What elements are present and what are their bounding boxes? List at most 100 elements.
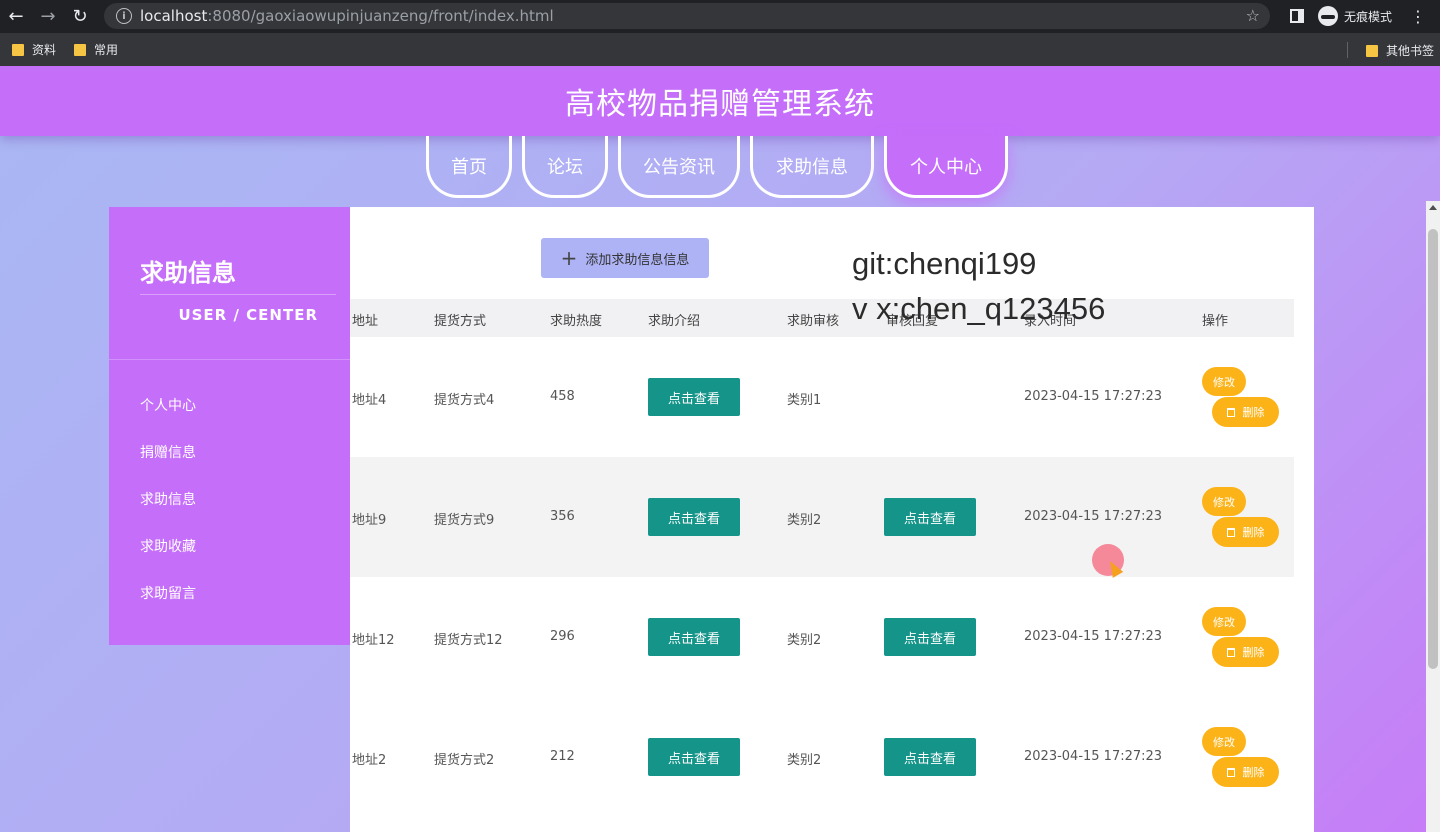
page-scrollbar[interactable] (1426, 201, 1440, 832)
bookmark-folder[interactable]: 资料 (12, 41, 56, 58)
cell-category: 类别2 (787, 633, 822, 648)
other-bookmarks[interactable]: 其他书签 (1365, 42, 1434, 59)
cell-heat: 212 (550, 749, 575, 764)
folder-icon (1365, 44, 1378, 57)
main-nav: 首页 论坛 公告资讯 求助信息 个人中心 (426, 136, 1018, 202)
delete-label: 删除 (1242, 646, 1265, 659)
view-intro-button[interactable]: 点击查看 (648, 498, 740, 536)
add-button-label: 添加求助信息信息 (585, 252, 690, 268)
watermark-text: git:chenqi199 (852, 246, 1037, 281)
cell-pickup: 提货方式4 (434, 393, 495, 408)
nav-tab-news[interactable]: 公告资讯 (618, 136, 740, 198)
divider (109, 359, 350, 360)
delete-label: 删除 (1242, 766, 1265, 779)
bookmark-star-icon[interactable]: ☆ (1246, 6, 1260, 25)
cell-time: 2023-04-15 17:27:23 (1024, 749, 1163, 764)
nav-tab-user-center[interactable]: 个人中心 (884, 136, 1008, 198)
incognito-indicator[interactable]: 无痕模式 (1317, 6, 1392, 26)
edit-button[interactable]: 修改 (1202, 607, 1246, 636)
folder-icon (12, 43, 24, 56)
browser-toolbar: ← → ↻ i localhost:8080/gaoxiaowupinjuanz… (0, 0, 1440, 32)
table-row: 地址12 提货方式12 296 点击查看 类别2 点击查看 2023-04-15… (350, 577, 1294, 697)
incognito-icon (1317, 6, 1338, 26)
column-header: 求助介绍 (648, 314, 701, 329)
nav-tab-help[interactable]: 求助信息 (750, 136, 874, 198)
sidebar-item-user-center[interactable]: 个人中心 (140, 395, 196, 442)
table-row: 地址9 提货方式9 356 点击查看 类别2 点击查看 2023-04-15 1… (350, 457, 1294, 577)
cell-category: 类别2 (787, 753, 822, 768)
table-row: 地址2 提货方式2 212 点击查看 类别2 点击查看 2023-04-15 1… (350, 697, 1294, 817)
nav-tab-home[interactable]: 首页 (426, 136, 512, 198)
trash-icon (1226, 527, 1235, 537)
column-header: 求助审核 (787, 314, 840, 329)
edit-button[interactable]: 修改 (1202, 367, 1246, 396)
plus-icon: + (560, 246, 578, 270)
url-path: :8080/gaoxiaowupinjuanzeng/front/index.h… (207, 7, 554, 25)
bookmark-label: 资料 (32, 43, 57, 57)
site-title: 高校物品捐赠管理系统 (565, 87, 875, 122)
cell-time: 2023-04-15 17:27:23 (1024, 389, 1163, 404)
edit-button[interactable]: 修改 (1202, 727, 1246, 756)
info-icon[interactable]: i (116, 8, 132, 24)
delete-label: 删除 (1242, 406, 1265, 419)
cell-address: 地址9 (352, 513, 387, 528)
nav-tab-forum[interactable]: 论坛 (522, 136, 608, 198)
trash-icon (1226, 767, 1235, 777)
browser-menu-icon[interactable]: ⋮ (1410, 7, 1426, 26)
forward-icon[interactable]: → (32, 0, 64, 32)
sidebar-subtitle: USER / CENTER (178, 306, 318, 324)
bookmark-folder[interactable]: 常用 (74, 41, 118, 58)
sidebar-item-donations[interactable]: 捐赠信息 (140, 442, 196, 489)
view-intro-button[interactable]: 点击查看 (648, 618, 740, 656)
view-reply-button[interactable]: 点击查看 (884, 738, 976, 776)
cell-category: 类别1 (787, 393, 822, 408)
cell-address: 地址12 (352, 633, 395, 648)
column-header: 地址 (352, 314, 379, 329)
reload-icon[interactable]: ↻ (64, 0, 96, 32)
folder-icon (74, 43, 87, 56)
trash-icon (1226, 407, 1235, 417)
cell-pickup: 提货方式9 (434, 513, 495, 528)
scrollbar-thumb[interactable] (1428, 229, 1438, 669)
cell-pickup: 提货方式2 (434, 753, 495, 768)
url-host: localhost (140, 7, 208, 25)
sidebar-item-help-info[interactable]: 求助信息 (140, 489, 196, 536)
cell-time: 2023-04-15 17:27:23 (1024, 629, 1163, 644)
sidebar-item-favorites[interactable]: 求助收藏 (140, 536, 196, 583)
column-header: 操作 (1202, 314, 1229, 329)
cell-heat: 458 (550, 389, 575, 404)
page: 高校物品捐赠管理系统 首页 论坛 公告资讯 求助信息 个人中心 求助信息 USE… (0, 66, 1440, 832)
column-header: 提货方式 (434, 314, 487, 329)
main-content: + 添加求助信息信息 地址 提货方式 求助热度 求助介绍 求助审核 审核回复 录… (350, 207, 1314, 832)
scroll-up-arrow-icon[interactable] (1429, 205, 1437, 210)
bookmarks-bar: 资料 常用 其他书签 (0, 32, 1440, 66)
bookmark-divider (1347, 42, 1348, 58)
other-bookmarks-label: 其他书签 (1385, 44, 1434, 58)
cell-time: 2023-04-15 17:27:23 (1024, 509, 1163, 524)
view-reply-button[interactable]: 点击查看 (884, 618, 976, 656)
view-intro-button[interactable]: 点击查看 (648, 738, 740, 776)
edit-button[interactable]: 修改 (1202, 487, 1246, 516)
delete-button[interactable]: 删除 (1212, 397, 1279, 427)
delete-button[interactable]: 删除 (1212, 517, 1279, 547)
cell-address: 地址2 (352, 753, 387, 768)
column-header: 求助热度 (550, 314, 603, 329)
trash-icon (1226, 647, 1235, 657)
sidebar-item-messages[interactable]: 求助留言 (140, 583, 196, 630)
cell-heat: 356 (550, 509, 575, 524)
view-reply-button[interactable]: 点击查看 (884, 498, 976, 536)
address-bar[interactable]: i localhost:8080/gaoxiaowupinjuanzeng/fr… (104, 3, 1270, 29)
cell-heat: 296 (550, 629, 575, 644)
cell-address: 地址4 (352, 393, 387, 408)
bookmark-label: 常用 (94, 43, 119, 57)
add-help-info-button[interactable]: + 添加求助信息信息 (541, 238, 709, 278)
sidebar: 求助信息 USER / CENTER 个人中心 捐赠信息 求助信息 求助收藏 求… (109, 207, 350, 645)
back-icon[interactable]: ← (0, 0, 32, 32)
view-intro-button[interactable]: 点击查看 (648, 378, 740, 416)
delete-button[interactable]: 删除 (1212, 637, 1279, 667)
delete-button[interactable]: 删除 (1212, 757, 1279, 787)
sidebar-menu: 个人中心 捐赠信息 求助信息 求助收藏 求助留言 (140, 395, 196, 630)
incognito-label: 无痕模式 (1343, 9, 1392, 24)
table-row: 地址4 提货方式4 458 点击查看 类别1 2023-04-15 17:27:… (350, 337, 1294, 457)
side-panel-icon[interactable] (1289, 9, 1304, 23)
